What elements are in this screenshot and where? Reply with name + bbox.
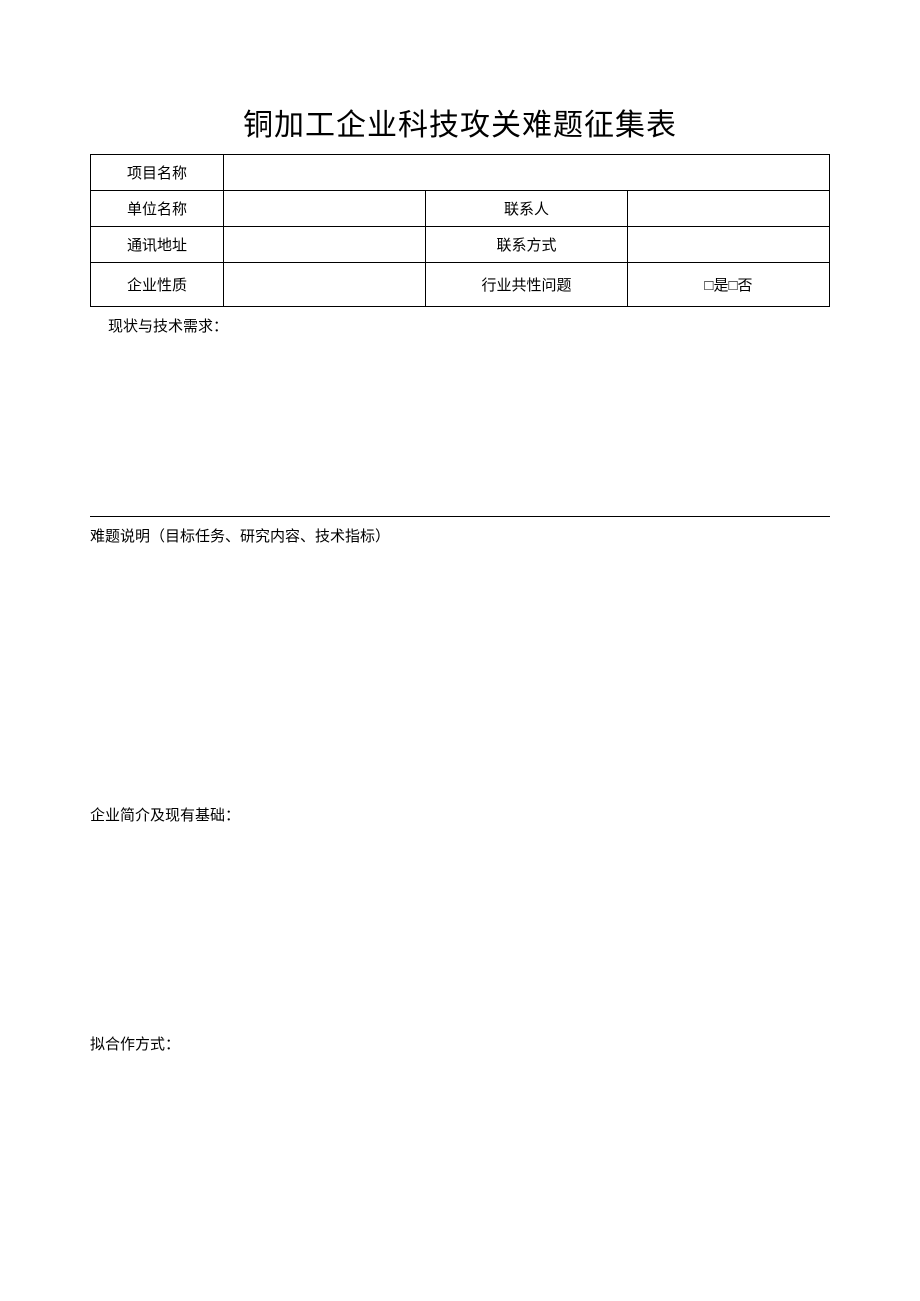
value-unit-name <box>224 191 426 227</box>
label-contact-person: 联系人 <box>426 191 628 227</box>
label-industry-common: 行业共性问题 <box>426 263 628 307</box>
section-problem-desc: 难题说明（目标任务、研究内容、技术指标） <box>90 525 830 546</box>
label-contact-method: 联系方式 <box>426 227 628 263</box>
page-title: 铜加工企业科技攻关难题征集表 <box>90 100 830 144</box>
section-status-needs: 现状与技术需求： <box>90 315 830 336</box>
value-project-name <box>224 155 830 191</box>
value-contact-person <box>627 191 829 227</box>
label-enterprise-nature: 企业性质 <box>91 263 224 307</box>
table-row: 通讯地址 联系方式 <box>91 227 830 263</box>
table-row: 单位名称 联系人 <box>91 191 830 227</box>
section-cooperation: 拟合作方式： <box>90 1033 830 1054</box>
divider <box>90 516 830 517</box>
value-address <box>224 227 426 263</box>
label-project-name: 项目名称 <box>91 155 224 191</box>
form-table: 项目名称 单位名称 联系人 通讯地址 联系方式 企业性质 行业共性问题 □是□否 <box>90 154 830 307</box>
value-industry-common: □是□否 <box>627 263 829 307</box>
label-unit-name: 单位名称 <box>91 191 224 227</box>
table-row: 企业性质 行业共性问题 □是□否 <box>91 263 830 307</box>
label-address: 通讯地址 <box>91 227 224 263</box>
section-enterprise-intro: 企业简介及现有基础： <box>90 804 830 825</box>
value-contact-method <box>627 227 829 263</box>
value-enterprise-nature <box>224 263 426 307</box>
table-row: 项目名称 <box>91 155 830 191</box>
